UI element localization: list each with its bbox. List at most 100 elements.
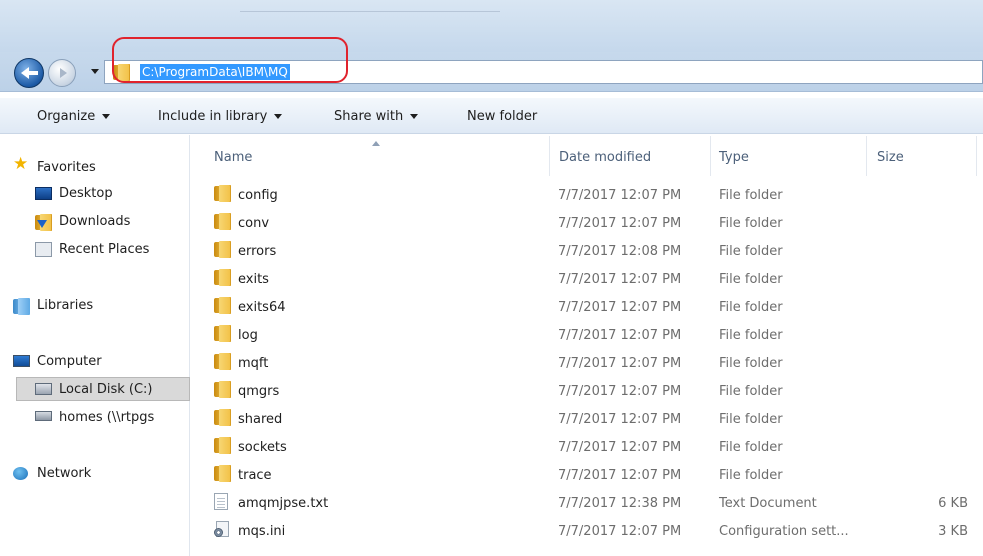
- file-date-modified: 7/7/2017 12:08 PM: [558, 244, 682, 259]
- sidebar-item-computer[interactable]: Computer: [0, 350, 190, 374]
- forward-button[interactable]: [48, 59, 76, 87]
- table-row[interactable]: mqs.ini 7/7/2017 12:07 PM Configuration se…: [192, 516, 983, 544]
- file-date-modified: 7/7/2017 12:07 PM: [558, 272, 682, 287]
- sidebar-item-label: Libraries: [37, 298, 94, 313]
- table-row[interactable]: qmgrs 7/7/2017 12:07 PM File folder: [192, 376, 983, 404]
- table-row[interactable]: amqmjpse.txt 7/7/2017 12:38 PM Text Docume…: [192, 488, 983, 516]
- file-date-modified: 7/7/2017 12:07 PM: [558, 524, 682, 539]
- share-with-button[interactable]: Share with: [334, 109, 419, 124]
- column-divider[interactable]: [549, 136, 550, 176]
- sidebar-item-recent-places[interactable]: Recent Places: [0, 238, 190, 262]
- drive-icon: [35, 383, 52, 395]
- title-remnant: [240, 6, 500, 12]
- column-divider[interactable]: [866, 136, 867, 176]
- include-in-library-button[interactable]: Include in library: [158, 109, 283, 124]
- file-type: File folder: [719, 356, 783, 371]
- file-type: File folder: [719, 272, 783, 287]
- table-row[interactable]: conv 7/7/2017 12:07 PM File folder: [192, 208, 983, 236]
- network-icon: [13, 467, 28, 480]
- table-row[interactable]: config 7/7/2017 12:07 PM File folder: [192, 180, 983, 208]
- sidebar-item-label: Recent Places: [59, 242, 150, 257]
- file-date-modified: 7/7/2017 12:07 PM: [558, 412, 682, 427]
- file-name: conv: [238, 216, 270, 231]
- file-name: errors: [238, 244, 277, 259]
- file-type: Configuration sett...: [719, 524, 849, 539]
- chevron-down-icon: [102, 114, 111, 119]
- recent-pages-dropdown-icon[interactable]: [91, 69, 99, 74]
- star-icon: ★: [13, 154, 29, 174]
- folder-icon: [214, 213, 232, 230]
- file-type: File folder: [719, 440, 783, 455]
- share-with-label: Share with: [334, 109, 404, 124]
- file-name: exits64: [238, 300, 286, 315]
- column-headers: Name Date modified Type Size: [192, 136, 983, 176]
- chevron-down-icon: [274, 114, 283, 119]
- file-name: exits: [238, 272, 269, 287]
- file-name: amqmjpse.txt: [238, 496, 329, 511]
- column-header-name[interactable]: Name: [214, 150, 252, 165]
- chevron-down-icon: [410, 114, 419, 119]
- file-name: qmgrs: [238, 384, 280, 399]
- address-bar[interactable]: C:\ProgramData\IBM\MQ: [104, 60, 983, 84]
- organize-label: Organize: [37, 109, 96, 124]
- new-folder-button[interactable]: New folder: [467, 109, 537, 124]
- file-name: log: [238, 328, 258, 343]
- column-header-type[interactable]: Type: [719, 150, 749, 165]
- folder-icon: [214, 437, 232, 454]
- sidebar-item-local-disk[interactable]: Local Disk (C:): [16, 377, 190, 401]
- file-type: File folder: [719, 412, 783, 427]
- column-divider[interactable]: [710, 136, 711, 176]
- desktop-icon: [35, 187, 52, 200]
- file-type: Text Document: [719, 496, 817, 511]
- file-size: 6 KB: [938, 496, 968, 511]
- table-row[interactable]: exits 7/7/2017 12:07 PM File folder: [192, 264, 983, 292]
- file-type: File folder: [719, 300, 783, 315]
- sidebar-item-homes[interactable]: homes (\\rtpgs: [0, 406, 190, 430]
- sidebar-item-network[interactable]: Network: [0, 462, 190, 486]
- table-row[interactable]: trace 7/7/2017 12:07 PM File folder: [192, 460, 983, 488]
- folder-icon: [214, 409, 232, 426]
- file-date-modified: 7/7/2017 12:07 PM: [558, 188, 682, 203]
- file-date-modified: 7/7/2017 12:07 PM: [558, 300, 682, 315]
- sidebar-item-libraries[interactable]: Libraries: [0, 294, 190, 318]
- sidebar-item-label: Desktop: [59, 186, 113, 201]
- table-row[interactable]: shared 7/7/2017 12:07 PM File folder: [192, 404, 983, 432]
- sidebar-item-desktop[interactable]: Desktop: [0, 182, 190, 206]
- column-divider[interactable]: [976, 136, 977, 176]
- file-name: mqs.ini: [238, 524, 286, 539]
- folder-icon: [214, 297, 232, 314]
- folder-icon: [214, 269, 232, 286]
- table-row[interactable]: exits64 7/7/2017 12:07 PM File folder: [192, 292, 983, 320]
- organize-button[interactable]: Organize: [37, 109, 111, 124]
- address-path[interactable]: C:\ProgramData\IBM\MQ: [140, 64, 290, 80]
- sidebar-item-label: Downloads: [59, 214, 131, 229]
- sidebar-item-favorites[interactable]: ★ Favorites: [0, 154, 190, 178]
- table-row[interactable]: log 7/7/2017 12:07 PM File folder: [192, 320, 983, 348]
- file-type: File folder: [719, 384, 783, 399]
- table-row[interactable]: sockets 7/7/2017 12:07 PM File folder: [192, 432, 983, 460]
- file-date-modified: 7/7/2017 12:07 PM: [558, 216, 682, 231]
- folder-icon: [214, 241, 232, 258]
- file-name: sockets: [238, 440, 287, 455]
- new-folder-label: New folder: [467, 109, 538, 124]
- back-button[interactable]: [14, 58, 44, 88]
- folder-icon: [214, 325, 232, 342]
- sidebar-item-label: Favorites: [37, 160, 96, 175]
- file-name: config: [238, 188, 278, 203]
- table-row[interactable]: errors 7/7/2017 12:08 PM File folder: [192, 236, 983, 264]
- command-bar: Organize Include in library Share with N…: [0, 98, 983, 134]
- sort-ascending-icon: [372, 141, 380, 146]
- file-name: shared: [238, 412, 283, 427]
- file-name: trace: [238, 468, 272, 483]
- file-date-modified: 7/7/2017 12:07 PM: [558, 468, 682, 483]
- table-row[interactable]: mqft 7/7/2017 12:07 PM File folder: [192, 348, 983, 376]
- folder-icon: [214, 353, 232, 370]
- recent-places-icon: [35, 242, 52, 257]
- sidebar-item-downloads[interactable]: Downloads: [0, 210, 190, 234]
- file-date-modified: 7/7/2017 12:07 PM: [558, 356, 682, 371]
- folder-icon: [214, 381, 232, 398]
- downloads-icon: [35, 214, 52, 231]
- column-header-size[interactable]: Size: [877, 150, 904, 165]
- file-name: mqft: [238, 356, 269, 371]
- column-header-date-modified[interactable]: Date modified: [559, 150, 651, 165]
